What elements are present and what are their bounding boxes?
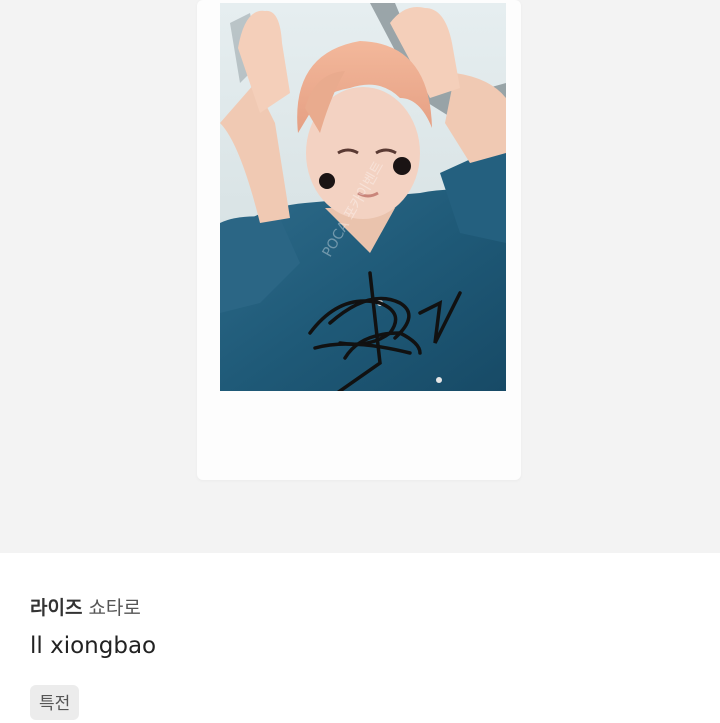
group-name: 라이즈: [30, 597, 83, 619]
product-subtitle: 라이즈 쇼타로: [30, 593, 141, 620]
product-title: ll xiongbao: [30, 633, 157, 659]
tag-badge[interactable]: 특전: [30, 685, 80, 720]
member-name: 쇼타로: [88, 597, 141, 619]
photocard-image: POCA 포카이벤트: [220, 3, 506, 391]
